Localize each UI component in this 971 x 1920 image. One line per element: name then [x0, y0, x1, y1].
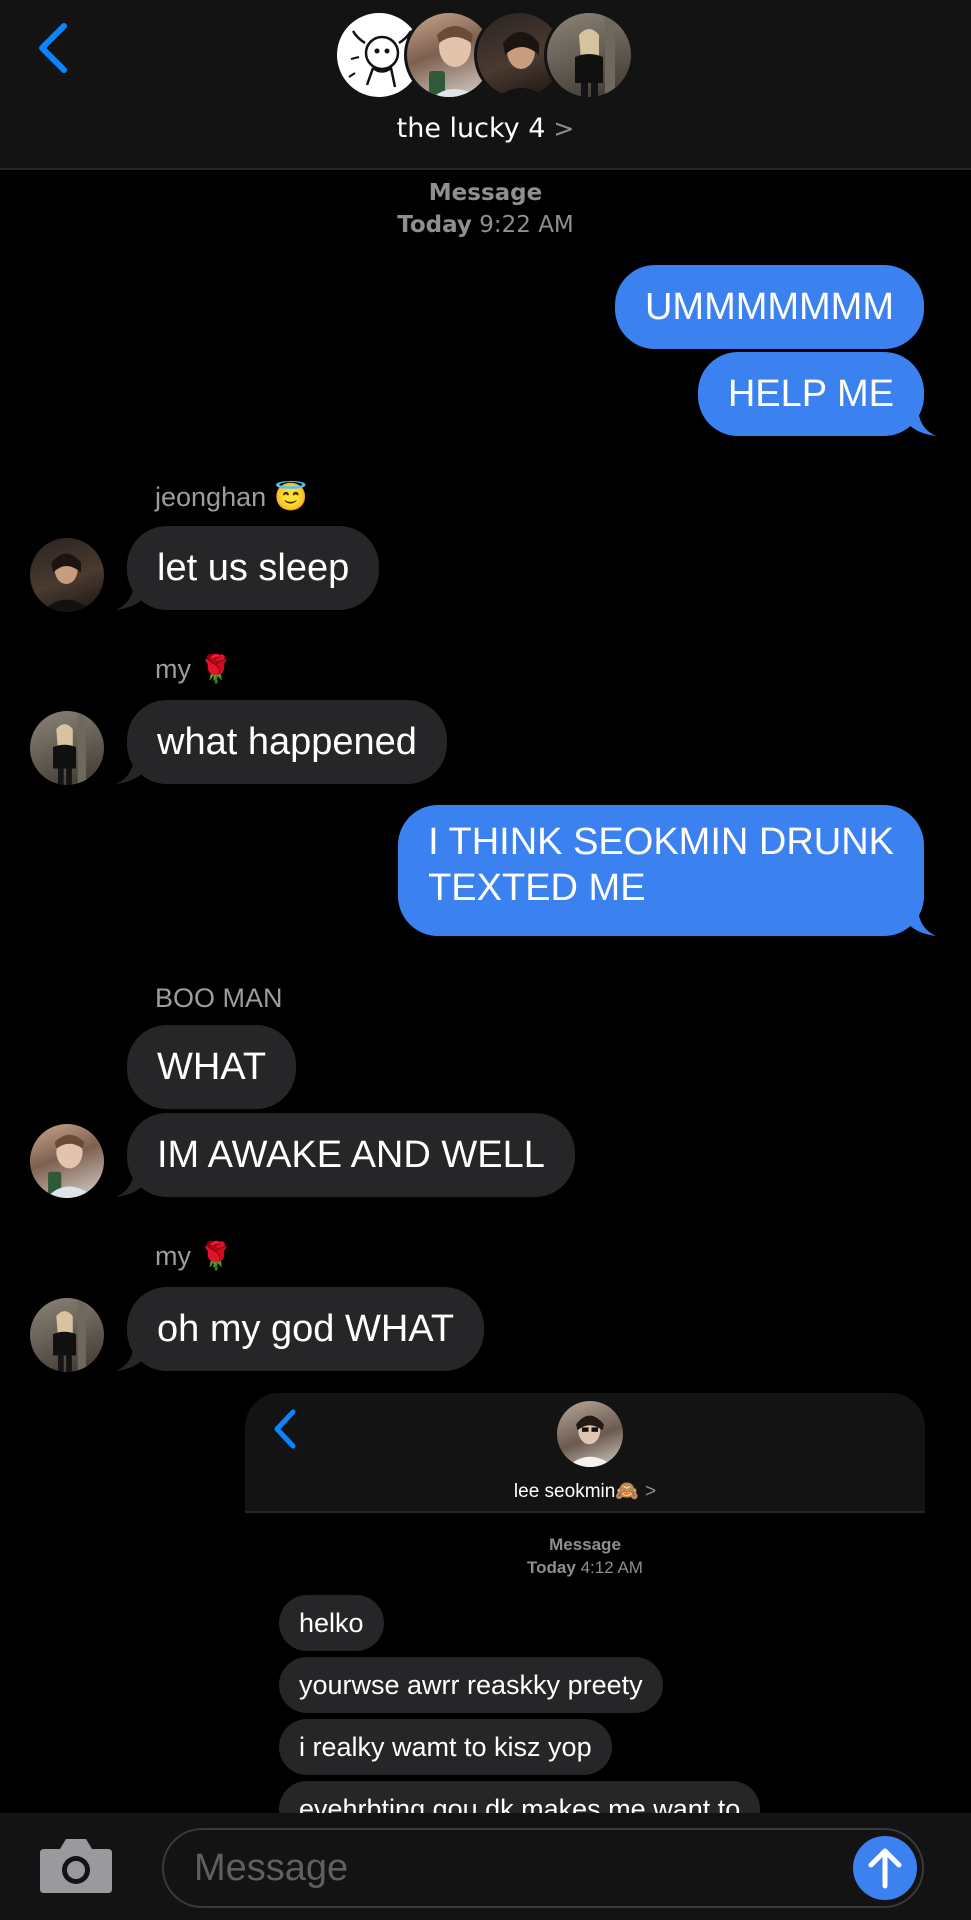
- sender-emoji: 🌹: [199, 654, 233, 684]
- contact-name: lee seokmin🙈 >: [245, 1479, 925, 1503]
- composer-bar: [0, 1813, 971, 1920]
- back-chevron-icon: [271, 1407, 299, 1451]
- screenshot-message-bubble: yourwse awrr reaskky preety: [279, 1657, 663, 1713]
- sender-emoji: 😇: [274, 482, 308, 512]
- screenshot-header: lee seokmin🙈 >: [245, 1393, 925, 1513]
- timestamp-day: Today: [527, 1558, 576, 1577]
- avatar[interactable]: [30, 1124, 104, 1198]
- sender-name-label: my: [155, 1241, 191, 1271]
- send-arrow-icon[interactable]: [853, 1836, 917, 1900]
- screenshot-message-bubble: evehrbting gou dk makes me want to: [279, 1781, 761, 1813]
- sent-message-bubble[interactable]: UMMMMMMM: [614, 265, 924, 349]
- avatar[interactable]: [30, 538, 104, 612]
- bubble-tail: [900, 406, 936, 436]
- sender-name: my 🌹: [155, 1240, 233, 1272]
- message-text-line: I THINK SEOKMIN DRUNK: [428, 821, 894, 863]
- chevron-right-icon: >: [553, 114, 575, 143]
- received-message-bubble[interactable]: WHAT: [127, 1025, 297, 1109]
- group-name-label: the lucky 4: [396, 113, 546, 144]
- avatar[interactable]: [30, 711, 104, 785]
- screenshot-attachment[interactable]: lee seokmin🙈 > Message Today 4:12 AM helk…: [245, 1393, 925, 1813]
- received-message-bubble[interactable]: oh my god WHAT: [127, 1287, 485, 1371]
- sender-name-label: BOO MAN: [155, 983, 283, 1013]
- contact-avatar: [557, 1401, 623, 1467]
- group-avatars[interactable]: [334, 10, 654, 104]
- sent-message-bubble[interactable]: I THINK SEOKMIN DRUNK TEXTED ME: [398, 805, 924, 936]
- avatar[interactable]: [30, 1298, 104, 1372]
- conversation-header: the lucky 4 >: [0, 0, 971, 170]
- screenshot-message-bubble: helko: [279, 1595, 384, 1651]
- group-name-link[interactable]: the lucky 4 >: [0, 113, 971, 144]
- camera-icon[interactable]: [38, 1835, 114, 1895]
- timestamp-time: 4:12 AM: [580, 1558, 643, 1577]
- sender-name: BOO MAN: [155, 983, 283, 1014]
- sender-emoji: 🌹: [199, 1241, 233, 1271]
- thread-timestamp: Message Today 9:22 AM: [0, 177, 971, 241]
- sender-name-label: jeonghan: [155, 482, 267, 512]
- timestamp-label: Message: [428, 180, 543, 206]
- timestamp-time: 9:22 AM: [479, 212, 574, 238]
- bubble-tail: [900, 906, 936, 936]
- contact-name-label: lee seokmin🙈: [513, 1481, 639, 1502]
- messages-screen: the lucky 4 > Message Today 9:22 AM UMMMM…: [0, 0, 971, 1920]
- sender-name-label: my: [155, 654, 191, 684]
- sent-message-bubble[interactable]: HELP ME: [697, 352, 924, 436]
- timestamp-day: Today: [397, 212, 472, 238]
- group-avatar-photo-3: [544, 10, 634, 100]
- message-input[interactable]: [162, 1828, 924, 1908]
- screenshot-timestamp: Message Today 4:12 AM: [245, 1533, 925, 1579]
- timestamp-label: Message: [549, 1535, 621, 1554]
- back-chevron-icon[interactable]: [34, 20, 74, 76]
- received-message-bubble[interactable]: let us sleep: [127, 526, 380, 610]
- received-message-bubble[interactable]: what happened: [127, 700, 447, 784]
- sender-name: my 🌹: [155, 653, 233, 685]
- screenshot-message-bubble: i realky wamt to kisz yop: [279, 1719, 612, 1775]
- chevron-right-icon: >: [644, 1481, 657, 1502]
- sender-name: jeonghan 😇: [155, 481, 308, 513]
- received-message-bubble[interactable]: IM AWAKE AND WELL: [127, 1113, 575, 1197]
- message-text-line: TEXTED ME: [428, 867, 646, 909]
